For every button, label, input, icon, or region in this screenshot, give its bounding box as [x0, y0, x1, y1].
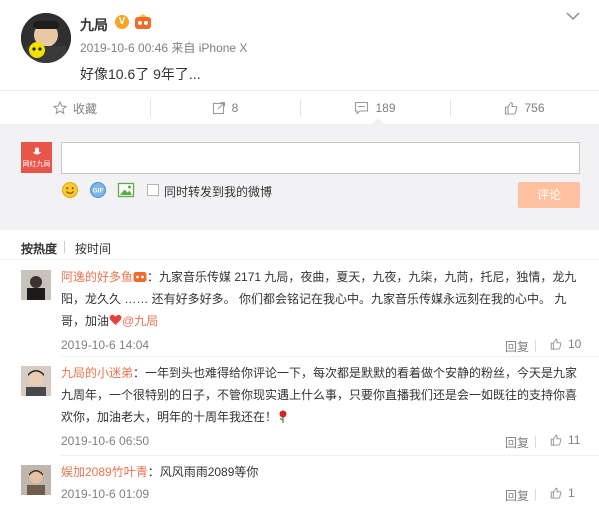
comment-body: 九局的小迷弟：一年到头也难得给你评论一下，每次都是默默的看着做个安静的粉丝，今天… [61, 362, 586, 428]
like-button[interactable]: 756 [450, 91, 599, 125]
commenter-avatar[interactable] [21, 366, 51, 396]
composer-pointer [371, 118, 385, 125]
favorite-button[interactable]: 收藏 [0, 91, 150, 125]
comment-text: ：风风雨雨2089等你 [147, 465, 259, 479]
thumbs-up-icon [550, 487, 562, 499]
comment-like-count: 1 [568, 486, 575, 500]
comment-like-count: 11 [568, 433, 581, 447]
reply-button[interactable]: 回复 [505, 487, 529, 504]
comment-text: ：一年到头也难得给你评论一下，每次都是默默的看着做个安静的粉丝，今天是九家九周年… [61, 366, 578, 424]
reply-divider [535, 489, 536, 501]
sort-by-time-tab[interactable]: 按时间 [75, 240, 111, 257]
comment-body: 阿逸的好多鱼 ：九家音乐传媒 2171 九局，夜曲，夏天，九夜，九柒，九苘，托尼，… [61, 266, 586, 332]
verified-badge-icon: V [115, 15, 129, 29]
thumbs-up-icon [550, 338, 562, 350]
favorite-label: 收藏 [72, 101, 97, 116]
reply-divider [535, 340, 536, 352]
comment-time: 2019-10-6 14:04 [61, 338, 150, 352]
sort-by-hot-tab[interactable]: 按热度 [21, 240, 57, 257]
repost-checkbox-label: 同时转发到我的微博 [164, 185, 273, 199]
commenter-avatar[interactable] [21, 465, 51, 495]
post-meta: 2019-10-6 00:46 来自 iPhone X [80, 41, 248, 55]
weibo-post: 九局 V 2019-10-6 00:46 来自 iPhone X 好像10.6了… [0, 0, 599, 90]
comment-list-divider [0, 259, 599, 260]
comment-body: 娱加2089竹叶青：风风雨雨2089等你 [61, 461, 586, 483]
reply-button[interactable]: 回复 [505, 338, 529, 355]
comment-composer [0, 124, 599, 230]
submit-comment-button[interactable]: 评论 [518, 182, 580, 208]
repost-button[interactable]: 8 [150, 91, 300, 125]
vip-crown-icon [133, 272, 147, 282]
repost-icon [212, 101, 225, 115]
repost-checkbox[interactable] [147, 184, 159, 196]
comment-sort-bar: 按热度 按时间 [0, 230, 599, 260]
post-text: 好像10.6了 9年了... [80, 66, 201, 82]
microphone-icon [32, 147, 41, 155]
vip-crown-icon [135, 14, 151, 29]
gif-icon[interactable]: GIF [89, 181, 107, 199]
image-icon[interactable] [117, 181, 135, 199]
comment-like-button[interactable]: 1 [550, 486, 575, 500]
my-avatar[interactable]: 网红九局 [21, 142, 52, 173]
comment-like-count: 10 [568, 337, 582, 351]
post-author-avatar[interactable] [21, 13, 71, 63]
comment-divider [61, 455, 599, 456]
post-author-name[interactable]: 九局 [80, 15, 108, 35]
commenter-name[interactable]: 阿逸的好多鱼 [61, 270, 133, 284]
comment-time: 2019-10-6 01:09 [61, 487, 150, 501]
commenter-avatar[interactable] [21, 270, 51, 300]
comment-count: 189 [375, 101, 396, 115]
comment-divider [61, 356, 599, 357]
like-count: 756 [524, 101, 545, 115]
comment-like-button[interactable]: 11 [550, 433, 580, 447]
sort-divider [64, 241, 65, 253]
post-action-bar: 收藏 8 189 756 [0, 90, 599, 124]
commenter-name[interactable]: 娱加2089竹叶青 [61, 465, 148, 479]
emoji-icon[interactable] [61, 181, 79, 199]
comment-input[interactable] [61, 142, 580, 174]
rose-icon [279, 410, 287, 423]
commenter-name[interactable]: 九局的小迷弟 [61, 366, 133, 380]
my-avatar-text: 网红九局 [22, 161, 51, 168]
svg-text:GIF: GIF [93, 188, 104, 195]
reply-divider [535, 436, 536, 448]
chevron-down-icon[interactable] [566, 11, 580, 21]
star-icon [52, 101, 67, 115]
thumbs-up-icon [550, 434, 562, 446]
repost-count: 8 [231, 101, 239, 115]
thumbs-up-icon [505, 101, 518, 115]
reply-button[interactable]: 回复 [505, 434, 529, 451]
comment-like-button[interactable]: 10 [550, 337, 581, 351]
comment-icon [355, 101, 369, 115]
heart-icon [109, 314, 122, 325]
mention-link[interactable]: @九局 [122, 314, 158, 328]
comment-time: 2019-10-6 06:50 [61, 434, 150, 448]
